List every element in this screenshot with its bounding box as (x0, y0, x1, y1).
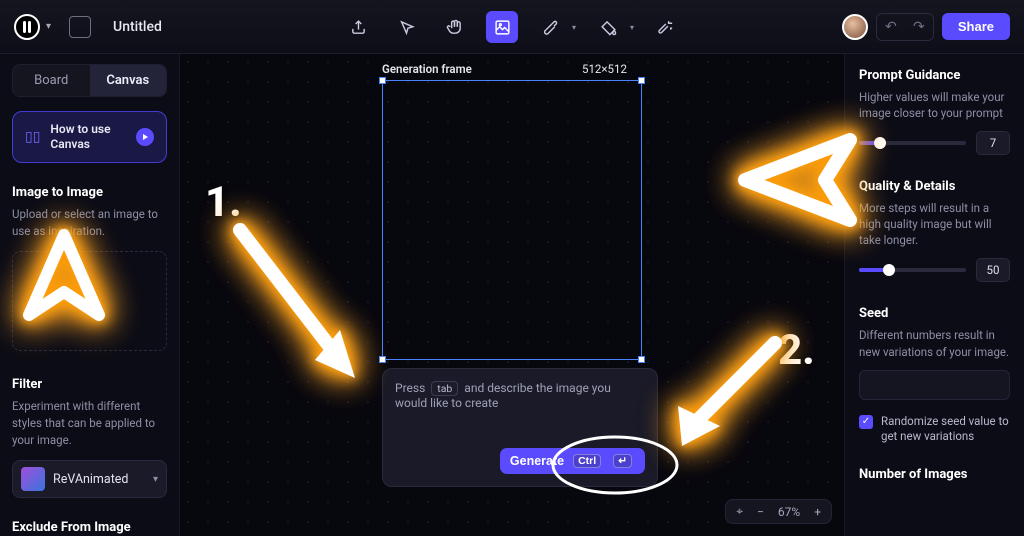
redo-button[interactable]: ↷ (905, 14, 933, 40)
seed-desc: Different numbers result in new variatio… (859, 327, 1010, 359)
filter-title: Filter (12, 377, 167, 392)
img2img-title: Image to Image (12, 185, 167, 200)
tab-key: tab (431, 381, 458, 396)
right-panel: Prompt Guidance Higher values will make … (844, 54, 1024, 536)
quality-value[interactable]: 50 (976, 258, 1010, 282)
canvas-area[interactable]: Generation frame 512×512 Press tab and d… (180, 54, 844, 536)
filter-desc: Experiment with different styles that ca… (12, 398, 167, 448)
filter-name: ReVAnimated (53, 472, 145, 487)
zoom-level: 67% (774, 505, 804, 519)
wand-tool-icon[interactable] (650, 11, 682, 43)
filter-select[interactable]: ReVAnimated ▾ (12, 460, 167, 498)
page-icon[interactable] (69, 16, 91, 38)
howto-label: How to use Canvas (50, 122, 126, 152)
handle-tl[interactable] (379, 77, 386, 84)
numimages-title: Number of Images (859, 467, 1010, 482)
generate-button[interactable]: Generate Ctrl ↵ (500, 448, 645, 474)
app-menu-chevron[interactable]: ▾ (46, 21, 51, 32)
fill-tool-icon[interactable] (592, 11, 624, 43)
fill-chevron-icon[interactable]: ▾ (630, 23, 634, 32)
enter-key-icon: ↵ (613, 454, 632, 468)
seed-input[interactable] (859, 370, 1010, 400)
generation-frame[interactable] (382, 80, 642, 360)
exclude-title: Exclude From Image (12, 520, 167, 535)
tab-board[interactable]: Board (13, 65, 90, 96)
guidance-title: Prompt Guidance (859, 68, 1010, 83)
undo-button[interactable]: ↶ (877, 14, 905, 40)
handle-tr[interactable] (638, 77, 645, 84)
chevron-down-icon: ▾ (153, 474, 158, 485)
handle-br[interactable] (638, 356, 645, 363)
quality-desc: More steps will result in a high quality… (859, 200, 1010, 248)
filter-thumb (21, 467, 45, 491)
toolbar: ▾ ▾ (342, 0, 682, 54)
handle-bl[interactable] (379, 356, 386, 363)
zoom-in-button[interactable]: + (810, 505, 825, 519)
seed-title: Seed (859, 306, 1010, 321)
brush-tool-icon[interactable] (534, 11, 566, 43)
undo-redo: ↶ ↷ (876, 13, 934, 41)
left-tabs: Board Canvas (12, 64, 167, 97)
guidance-value[interactable]: 7 (976, 131, 1010, 155)
howto-card[interactable]: ▯▯ How to use Canvas (12, 111, 167, 163)
image-tool-icon[interactable] (486, 11, 518, 43)
randomize-seed-label: Randomize seed value to get new variatio… (881, 414, 1010, 445)
tab-canvas[interactable]: Canvas (90, 65, 167, 96)
app-logo[interactable] (14, 14, 40, 40)
frame-label: Generation frame (382, 62, 472, 76)
top-bar: ▾ Untitled ▾ ▾ ↶ ↷ Share (0, 0, 1024, 54)
img2img-desc: Upload or select an image to use as insp… (12, 206, 167, 239)
ctrl-key: Ctrl (573, 454, 601, 468)
avatar[interactable] (842, 14, 868, 40)
left-panel: Board Canvas ▯▯ How to use Canvas Image … (0, 54, 180, 536)
hand-tool-icon[interactable] (438, 11, 470, 43)
image-dropzone[interactable] (12, 251, 167, 351)
frame-dim: 512×512 (582, 62, 627, 76)
zoom-controls: ⌖ − 67% + (725, 499, 832, 524)
quality-title: Quality & Details (859, 179, 1010, 194)
prompt-hint: Press tab and describe the image you wou… (395, 381, 645, 410)
share-button[interactable]: Share (942, 13, 1010, 40)
export-icon[interactable] (342, 11, 374, 43)
randomize-seed-checkbox[interactable]: ✓ (859, 415, 873, 429)
zoom-out-button[interactable]: − (753, 505, 768, 519)
zoom-reset-icon[interactable]: ⌖ (732, 504, 747, 519)
guidance-desc: Higher values will make your image close… (859, 89, 1010, 121)
play-icon (136, 128, 154, 146)
guidance-slider[interactable] (859, 141, 966, 145)
book-icon: ▯▯ (25, 129, 40, 145)
quality-slider[interactable] (859, 268, 966, 272)
brush-chevron-icon[interactable]: ▾ (572, 23, 576, 32)
document-title[interactable]: Untitled (113, 19, 162, 35)
select-tool-icon[interactable] (390, 11, 422, 43)
prompt-box[interactable]: Press tab and describe the image you wou… (382, 368, 658, 487)
